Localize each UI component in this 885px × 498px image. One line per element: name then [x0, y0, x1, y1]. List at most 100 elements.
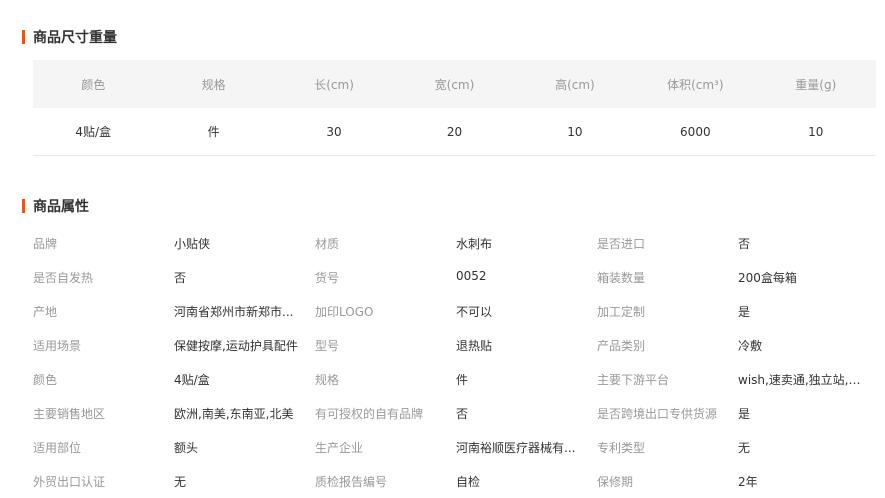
attribute-value: 保健按摩,运动护具配件	[174, 338, 298, 353]
attribute-value: 小贴侠	[174, 236, 211, 251]
attribute-item: 加印LOGO 不可以	[315, 303, 597, 320]
attribute-item: 产品类别 冷敷	[597, 337, 879, 354]
cell-volume: 6000	[635, 108, 756, 156]
table-row: 4贴/盒 件 30 20 10 6000 10	[33, 108, 876, 156]
size-weight-table: 颜色 规格 长(cm) 宽(cm) 高(cm) 体积(cm³) 重量(g) 4贴…	[33, 60, 876, 156]
attribute-item: 品牌 小贴侠	[33, 235, 315, 252]
size-section-title-text: 商品尺寸重量	[33, 30, 117, 46]
attribute-key: 保修期	[597, 474, 634, 489]
cell-width: 20	[394, 108, 515, 156]
attribute-key: 生产企业	[315, 440, 364, 455]
header-weight: 重量(g)	[755, 60, 876, 108]
attribute-key: 型号	[315, 338, 340, 353]
attribute-value: 退热贴	[456, 338, 493, 353]
attribute-row: 产地 河南省郑州市新郑市... 加印LOGO 不可以 加工定制 是	[33, 294, 883, 328]
size-section-title: 商品尺寸重量	[22, 27, 117, 47]
attribute-value: 200盒每箱	[738, 270, 797, 285]
table-header-row: 颜色 规格 长(cm) 宽(cm) 高(cm) 体积(cm³) 重量(g)	[33, 60, 876, 108]
attribute-value: 水刺布	[456, 236, 493, 251]
attribute-item: 生产企业 河南裕顺医疗器械有...	[315, 439, 597, 456]
cell-weight: 10	[755, 108, 876, 156]
attribute-item: 型号 退热贴	[315, 337, 597, 354]
attribute-value: 冷敷	[738, 338, 763, 353]
attribute-key: 品牌	[33, 236, 58, 251]
attribute-list: 品牌 小贴侠 材质 水刺布 是否进口否 是否自发热否 货号 0052 箱装数量 200盒…	[33, 226, 883, 498]
attribute-row: 适用部位 额头 生产企业 河南裕顺医疗器械有... 专利类型 无	[33, 430, 883, 464]
attribute-key: 加印LOGO	[315, 304, 374, 319]
attribute-item: 适用部位 额头	[33, 439, 315, 456]
attribute-value: 0052	[456, 268, 487, 283]
attribute-row: 外贸出口认证 无 质检报告编号 自检 保修期 2年	[33, 464, 883, 498]
attribute-value: 件	[456, 372, 469, 387]
attribute-value: 无	[174, 474, 187, 489]
attribute-item: 产地 河南省郑州市新郑市...	[33, 303, 315, 320]
attribute-item: 材质 水刺布	[315, 235, 597, 252]
attribute-key: 颜色	[33, 372, 58, 387]
attribute-key: 是否跨境出口专供货源	[597, 406, 718, 421]
attribute-value: 是	[738, 406, 751, 421]
attribute-key: 适用场景	[33, 338, 82, 353]
attribute-item: 加工定制 是	[597, 303, 879, 320]
attribute-item: 质检报告编号 自检	[315, 473, 597, 490]
attribute-value: 否	[174, 270, 187, 285]
attribute-value: 自检	[456, 474, 481, 489]
attribute-item: 箱装数量 200盒每箱	[597, 269, 879, 286]
attribute-key: 规格	[315, 372, 340, 387]
attribute-row: 适用场景 保健按摩,运动护具配件 型号 退热贴 产品类别 冷敷	[33, 328, 883, 362]
header-color: 颜色	[33, 60, 154, 108]
attribute-item: 专利类型 无	[597, 439, 879, 456]
attr-section-title-text: 商品属性	[33, 199, 89, 215]
attribute-key: 材质	[315, 236, 340, 251]
attribute-item: 货号 0052	[315, 269, 597, 286]
header-volume: 体积(cm³)	[635, 60, 756, 108]
attribute-key: 适用部位	[33, 440, 82, 455]
attribute-key: 主要下游平台	[597, 372, 670, 387]
title-accent-bar	[22, 30, 25, 44]
attribute-key: 货号	[315, 270, 340, 285]
attribute-key: 是否进口	[597, 236, 646, 251]
attribute-key: 主要销售地区	[33, 406, 106, 421]
attribute-value: 额头	[174, 440, 199, 455]
attribute-row: 主要销售地区 欧洲,南美,东南亚,北美 有可授权的自有品牌 否 是否跨境出口专供货源…	[33, 396, 883, 430]
cell-color: 4贴/盒	[33, 108, 154, 156]
attribute-row: 颜色 4贴/盒 规格 件 主要下游平台 wish,速卖通,独立站,L...	[33, 362, 883, 396]
cell-height: 10	[514, 108, 636, 156]
attribute-value: 否	[738, 236, 751, 251]
attribute-item: 规格 件	[315, 371, 597, 388]
attribute-item: 外贸出口认证 无	[33, 473, 315, 490]
attribute-key: 外贸出口认证	[33, 474, 106, 489]
attribute-item: 是否进口 否	[597, 235, 879, 252]
attribute-value: 是	[738, 304, 751, 319]
attribute-key: 产地	[33, 304, 58, 319]
attribute-value: 否	[456, 406, 469, 421]
attribute-key: 产品类别	[597, 338, 646, 353]
attribute-key: 加工定制	[597, 304, 646, 319]
attribute-value: 不可以	[456, 304, 493, 319]
attribute-row: 品牌 小贴侠 材质 水刺布 是否进口 否	[33, 226, 883, 260]
header-length: 长(cm)	[273, 60, 395, 108]
attribute-key: 有可授权的自有品牌	[315, 406, 424, 421]
attribute-key: 专利类型	[597, 440, 646, 455]
attribute-item: 是否跨境出口专供货源 是	[597, 405, 879, 422]
attribute-key: 质检报告编号	[315, 474, 388, 489]
attribute-row: 是否自发热 否 货号 0052 箱装数量 200盒每箱	[33, 260, 883, 294]
attribute-value: 河南裕顺医疗器械有...	[456, 440, 576, 455]
header-height: 高(cm)	[514, 60, 636, 108]
attribute-value: 2年	[738, 474, 758, 489]
title-accent-bar	[22, 199, 25, 213]
attribute-key: 箱装数量	[597, 270, 646, 285]
attribute-value: 欧洲,南美,东南亚,北美	[174, 406, 294, 421]
attribute-value: 河南省郑州市新郑市...	[174, 304, 294, 319]
attribute-value: 4贴/盒	[174, 372, 210, 387]
cell-spec: 件	[153, 108, 274, 156]
attr-section-title: 商品属性	[22, 196, 89, 216]
attribute-value: wish,速卖通,独立站,L...	[738, 372, 862, 387]
header-width: 宽(cm)	[394, 60, 515, 108]
attribute-item: 有可授权的自有品牌 否	[315, 405, 597, 422]
header-spec: 规格	[153, 60, 274, 108]
attribute-item: 颜色 4贴/盒	[33, 371, 315, 388]
attribute-item: 是否自发热 否	[33, 269, 315, 286]
attribute-item: 主要销售地区 欧洲,南美,东南亚,北美	[33, 405, 315, 422]
attribute-item: 主要下游平台 wish,速卖通,独立站,L...	[597, 371, 879, 388]
cell-length: 30	[273, 108, 395, 156]
